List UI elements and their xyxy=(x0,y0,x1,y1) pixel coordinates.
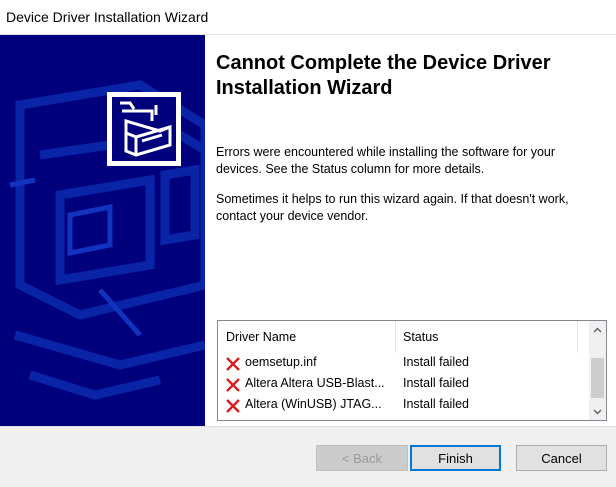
error-x-icon xyxy=(226,399,240,413)
window-title: Device Driver Installation Wizard xyxy=(6,9,209,25)
scrollbar-thumb[interactable] xyxy=(591,358,604,398)
error-x-icon xyxy=(226,378,240,392)
driver-install-icon xyxy=(120,101,172,157)
finish-button[interactable]: Finish xyxy=(410,445,501,471)
driver-status: Install failed xyxy=(403,355,470,369)
driver-name: Altera (WinUSB) JTAG... xyxy=(245,397,382,411)
error-x-icon xyxy=(226,357,240,371)
chevron-down-icon xyxy=(593,409,602,414)
column-header-driver-name[interactable]: Driver Name xyxy=(226,330,296,344)
driver-status: Install failed xyxy=(403,397,470,411)
wizard-side-banner xyxy=(0,35,205,426)
scroll-down-button[interactable] xyxy=(589,403,606,420)
column-divider[interactable] xyxy=(395,321,396,353)
column-header-status[interactable]: Status xyxy=(403,330,438,344)
wizard-logo xyxy=(107,92,181,166)
driver-name: oemsetup.inf xyxy=(245,355,317,369)
driver-status-list[interactable]: Driver Name Status oemsetup.inf Install … xyxy=(217,320,607,421)
list-header: Driver Name Status xyxy=(218,321,589,353)
error-description: Errors were encountered while installing… xyxy=(216,145,556,176)
back-button[interactable]: < Back xyxy=(316,445,408,471)
button-bar: < Back Finish Cancel xyxy=(0,426,616,487)
chevron-up-icon xyxy=(593,327,602,332)
cancel-button[interactable]: Cancel xyxy=(516,445,607,471)
table-row[interactable]: oemsetup.inf Install failed xyxy=(218,353,589,374)
title-bar: Device Driver Installation Wizard xyxy=(0,0,616,35)
help-text: Sometimes it helps to run this wizard ag… xyxy=(216,192,569,223)
scroll-up-button[interactable] xyxy=(589,321,606,338)
table-row[interactable]: Altera Altera USB-Blast... Install faile… xyxy=(218,374,589,395)
driver-name: Altera Altera USB-Blast... xyxy=(245,376,385,390)
driver-status: Install failed xyxy=(403,376,470,390)
column-divider[interactable] xyxy=(577,321,578,353)
vertical-scrollbar[interactable] xyxy=(589,321,606,420)
table-row[interactable]: Altera (WinUSB) JTAG... Install failed xyxy=(218,395,589,416)
page-title: Cannot Complete the Device Driver Instal… xyxy=(216,52,551,99)
